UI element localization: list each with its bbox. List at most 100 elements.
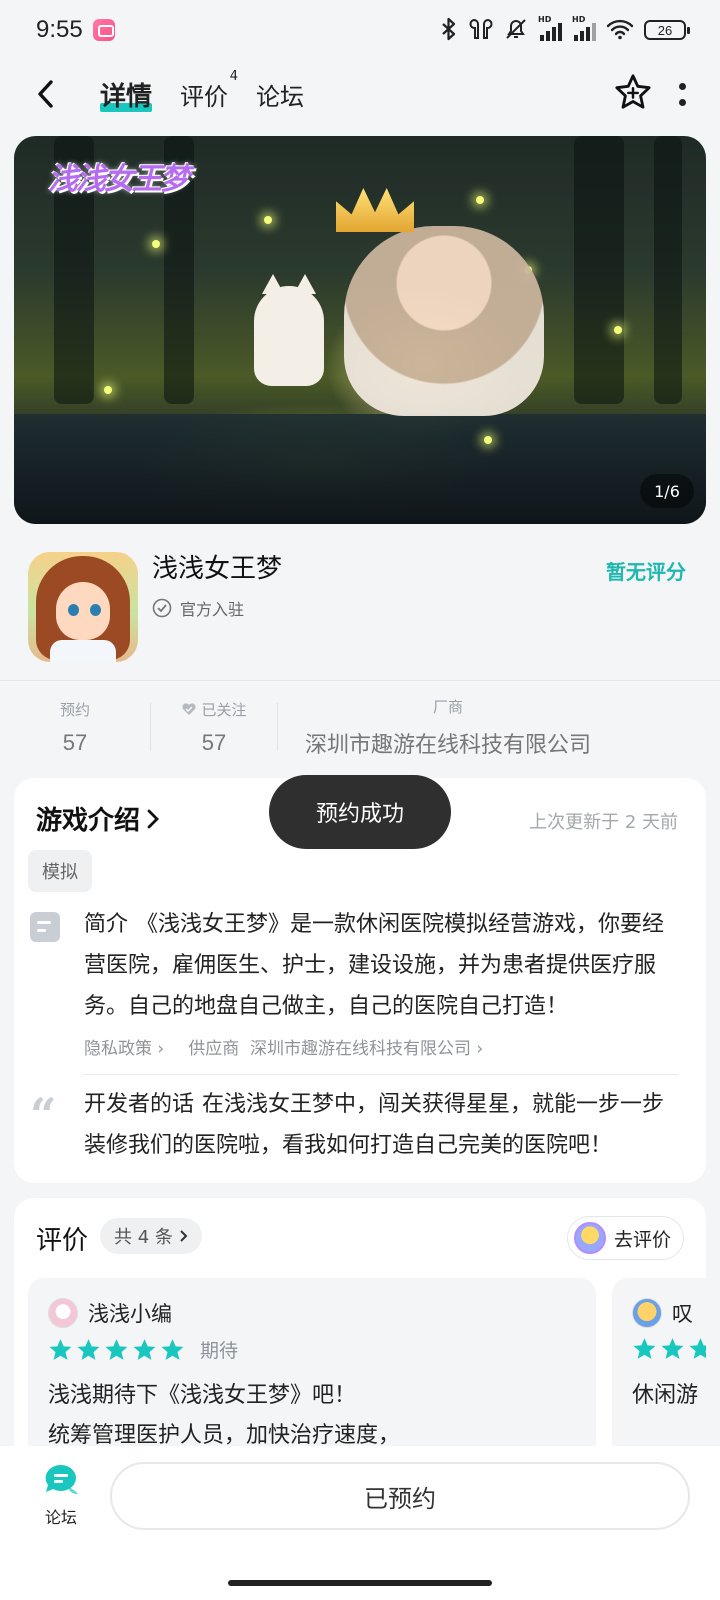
write-review-button[interactable]: 去评价 <box>566 1216 684 1260</box>
mute-bell-icon <box>504 17 528 44</box>
review-username: 叹 <box>672 1302 693 1326</box>
banner-tree <box>574 136 624 404</box>
star-filled-icon <box>689 1338 706 1359</box>
star-plus-icon <box>615 74 651 109</box>
banner-princess <box>344 226 544 416</box>
bottom-action-bar: 论坛 已预约 <box>0 1446 720 1600</box>
app-icon-face <box>56 582 110 640</box>
tab-forum-label: 论坛 <box>256 82 305 111</box>
developer-note-label: 开发者的话 <box>84 1092 195 1117</box>
banner-tree <box>654 136 682 404</box>
review-line: 休闲游 <box>632 1383 699 1408</box>
stat-reserve-label: 预约 <box>59 700 90 719</box>
review-text: 浅浅期待下《浅浅女王梦》吧！ 统筹管理医护人员，加快治疗速度， <box>48 1376 400 1456</box>
firefly <box>484 436 492 444</box>
reviews-count: 共 4 条 <box>114 1227 173 1248</box>
stat-vendor-value: 深圳市趣游在线科技有限公司 <box>304 731 591 757</box>
rating-label: 暂无评分 <box>606 560 686 584</box>
star-filled-icon <box>105 1339 128 1360</box>
status-time: 9:55 <box>36 16 83 43</box>
earbuds-icon <box>468 17 494 44</box>
stat-follow[interactable]: 已关注 57 <box>151 682 277 772</box>
reserved-button[interactable]: 已预约 <box>110 1462 690 1530</box>
app-header: 浅浅女王梦 官方入驻 暂无评分 <box>0 540 720 670</box>
quote-icon: “ <box>30 1088 57 1142</box>
app-name: 浅浅女王梦 <box>152 554 283 584</box>
tab-details[interactable]: 详情 <box>100 76 153 113</box>
more-options-button[interactable] <box>678 82 686 106</box>
review-user: 叹 <box>632 1298 693 1328</box>
back-button[interactable] <box>24 72 68 116</box>
review-line: 浅浅期待下《浅浅女王梦》吧！ <box>48 1383 357 1408</box>
app-icon <box>28 552 138 662</box>
update-time: 上次更新于 2 天前 <box>529 812 678 833</box>
tab-forum[interactable]: 论坛 <box>256 77 304 112</box>
stat-reserve: 预约 57 <box>0 682 150 772</box>
banner-game-logo: 浅浅女王梦 <box>48 162 190 197</box>
review-tag: 期待 <box>200 1340 239 1362</box>
carousel-counter: 1/6 <box>640 474 694 508</box>
avatar <box>632 1298 662 1328</box>
supplier-label: 供应商 <box>188 1039 240 1059</box>
firefly <box>104 386 112 394</box>
official-badge: 官方入驻 <box>152 596 244 620</box>
screenshot-carousel[interactable]: 浅浅女王梦 1/6 <box>14 136 706 524</box>
forum-button[interactable]: 论坛 <box>40 1462 82 1528</box>
tab-reviews[interactable]: 评价 4 <box>180 69 238 112</box>
status-icons: HD HD 26 <box>440 15 690 44</box>
supplier-value: 深圳市趣游在线科技有限公司 <box>250 1039 472 1059</box>
nav-actions <box>614 73 696 115</box>
more-dot-icon <box>678 98 686 106</box>
hd-signal-icon: HD <box>538 15 562 41</box>
avatar <box>48 1298 78 1328</box>
reviews-title: 评价 <box>36 1226 89 1256</box>
app-icon-eye <box>68 604 79 616</box>
stat-follow-label: 已关注 <box>201 700 247 719</box>
star-filled-icon <box>49 1339 72 1360</box>
developer-note[interactable]: 开发者的话 在浅浅女王梦中，闯关获得星星，就能一步一步装修我们的医院啦，看我如何打… <box>84 1084 684 1166</box>
home-indicator[interactable] <box>228 1580 492 1586</box>
review-user: 浅浅小编 <box>48 1298 172 1328</box>
reservation-success-toast: 预约成功 <box>269 775 451 849</box>
intro-title[interactable]: 游戏介绍 <box>36 800 160 837</box>
more-dot-icon <box>678 82 686 90</box>
banner-water <box>14 414 706 524</box>
wifi-icon <box>606 18 634 43</box>
user-avatar <box>573 1222 606 1254</box>
intro-links: 隐私政策 › 供应商 深圳市趣游在线科技有限公司 › <box>84 1034 483 1059</box>
reviews-card: 评价 共 4 条 去评价 浅浅小编 期待 浅浅期待下《浅浅女王梦》吧！ 统筹管理… <box>14 1198 706 1458</box>
star-filled-icon <box>633 1338 656 1359</box>
review-stars <box>632 1336 706 1361</box>
divider <box>0 680 720 681</box>
reviews-count-button[interactable]: 共 4 条 <box>100 1218 202 1254</box>
intro-title-label: 游戏介绍 <box>36 806 141 836</box>
banner-cat <box>254 274 324 386</box>
forum-label: 论坛 <box>44 1508 77 1527</box>
privacy-policy-link[interactable]: 隐私政策 › <box>84 1034 164 1059</box>
intro-summary[interactable]: 简介 《浅浅女王梦》是一款休闲医院模拟经营游戏，你要经营医院，雇佣医生、护士，建设… <box>84 904 684 1027</box>
review-item[interactable]: 叹 休闲游 <box>612 1278 706 1458</box>
stat-vendor-label: 厂商 <box>432 697 463 716</box>
firefly <box>152 240 160 248</box>
supplier-link[interactable]: 供应商 深圳市趣游在线科技有限公司 › <box>188 1034 483 1059</box>
firefly <box>476 196 484 204</box>
banner-crown <box>336 188 414 232</box>
genre-tag[interactable]: 模拟 <box>28 850 92 892</box>
review-username: 浅浅小编 <box>88 1302 172 1326</box>
favorite-button[interactable] <box>614 73 652 115</box>
firefly <box>614 326 622 334</box>
stat-reserve-value: 57 <box>62 729 88 755</box>
star-filled-icon <box>77 1339 100 1360</box>
stats-row: 预约 57 已关注 57 厂商 深圳市趣游在线科技有限公司 <box>0 682 720 772</box>
bluetooth-icon <box>440 17 458 44</box>
stat-vendor[interactable]: 厂商 深圳市趣游在线科技有限公司 <box>278 682 618 772</box>
privacy-policy-label: 隐私政策 <box>84 1039 152 1059</box>
app-icon-eye <box>90 604 101 616</box>
tab-reviews-badge: 4 <box>229 68 239 84</box>
tab-details-label: 详情 <box>100 81 153 112</box>
stat-follow-value: 57 <box>201 729 227 755</box>
review-stars: 期待 <box>48 1336 238 1363</box>
stat-follow-label-wrap: 已关注 <box>181 699 247 720</box>
check-circle-icon <box>152 598 172 618</box>
review-item[interactable]: 浅浅小编 期待 浅浅期待下《浅浅女王梦》吧！ 统筹管理医护人员，加快治疗速度， <box>28 1278 596 1458</box>
